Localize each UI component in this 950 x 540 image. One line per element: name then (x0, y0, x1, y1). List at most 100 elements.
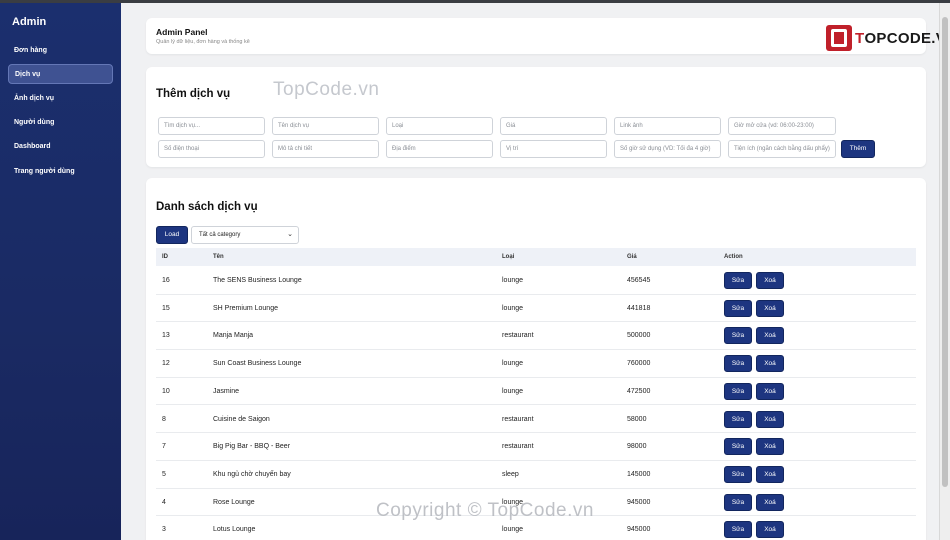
usage-hours-input[interactable]: Số giờ sử dụng (VD: Tối đa 4 giờ) (614, 140, 721, 158)
table-row: 12 Sun Coast Business Lounge lounge 760000 S… (156, 350, 916, 378)
service-list-title: Danh sách dịch vụ (156, 201, 258, 213)
delete-button[interactable]: Xoá (756, 493, 784, 511)
cell-price: 98000 (627, 443, 647, 451)
price-input[interactable]: Giá (500, 117, 607, 135)
cell-type: lounge (502, 277, 524, 284)
cell-price: 945000 (627, 498, 651, 506)
location-input[interactable]: Vị trí (500, 140, 607, 158)
edit-button[interactable]: Sửa (724, 410, 752, 428)
cell-name: Jasmine (213, 387, 240, 395)
cell-price: 58000 (627, 415, 647, 423)
cell-price: 500000 (627, 332, 651, 340)
column-header-action: Action (724, 254, 743, 260)
edit-button[interactable]: Sửa (724, 355, 752, 373)
edit-button[interactable]: Sửa (724, 327, 752, 345)
column-header-type: Loại (502, 254, 515, 260)
cell-type: lounge (502, 360, 524, 368)
edit-button[interactable]: Sửa (724, 382, 752, 400)
delete-button[interactable]: Xoá (756, 327, 784, 345)
edit-button[interactable]: Sửa (724, 438, 752, 456)
service-type-input[interactable]: Loại (386, 117, 493, 135)
description-input[interactable]: Mô tả chi tiết (272, 140, 379, 158)
column-header-name: Tên (213, 254, 224, 260)
edit-button[interactable]: Sửa (724, 299, 752, 317)
header-card: Admin Panel Quản lý dữ liệu, đơn hàng và… (146, 18, 939, 54)
cell-name: Big Pig Bar - BBQ - Beer (213, 443, 291, 451)
amenities-input[interactable]: Tiện ích (ngăn cách bằng dấu phẩy) (728, 140, 836, 158)
address-input[interactable]: Địa điểm (386, 140, 493, 158)
service-name-input[interactable]: Tên dịch vụ (272, 117, 379, 135)
edit-button[interactable]: Sửa (724, 465, 752, 483)
cell-price: 760000 (627, 360, 651, 368)
page-title: Admin Panel (156, 27, 208, 37)
main-content: Admin Panel Quản lý dữ liệu, đơn hàng và… (121, 3, 939, 540)
category-select[interactable]: Tất cả category ⌄ (191, 226, 299, 244)
cell-type: lounge (502, 304, 524, 312)
cell-id: 5 (162, 470, 166, 478)
cell-id: 10 (162, 387, 170, 395)
cell-type: sleep (502, 470, 519, 478)
cell-type: restaurant (502, 415, 534, 423)
delete-button[interactable]: Xoá (756, 272, 784, 289)
opening-hours-input[interactable]: Giờ mở cửa (vd: 06:00-23:00) (728, 117, 836, 135)
delete-button[interactable]: Xoá (756, 382, 784, 400)
cell-price: 472500 (627, 387, 651, 395)
table-row: 16 The SENS Business Lounge lounge 456545 Sử… (156, 267, 916, 295)
sidebar-item-orders[interactable]: Đơn hàng (8, 41, 113, 61)
delete-button[interactable]: Xoá (756, 355, 784, 373)
cell-type: lounge (502, 387, 524, 395)
delete-button[interactable]: Xoá (756, 521, 784, 539)
add-service-button[interactable]: Thêm (841, 140, 875, 158)
watermark-copyright: Copyright © TopCode.vn (376, 500, 594, 521)
edit-button[interactable]: Sửa (724, 521, 752, 539)
cell-id: 7 (162, 443, 166, 451)
delete-button[interactable]: Xoá (756, 410, 784, 428)
cell-name: Rose Lounge (213, 498, 255, 506)
cell-id: 3 (162, 526, 166, 534)
cell-price: 456545 (627, 277, 651, 284)
chevron-down-icon: ⌄ (287, 231, 293, 238)
cell-name: SH Premium Lounge (213, 304, 278, 312)
page-scrollbar[interactable] (939, 3, 950, 540)
cell-id: 13 (162, 332, 170, 340)
sidebar-item-dashboard[interactable]: Dashboard (8, 137, 113, 157)
table-row: 10 Jasmine lounge 472500 Sửa Xoá (156, 378, 916, 406)
cell-type: restaurant (502, 332, 534, 340)
delete-button[interactable]: Xoá (756, 465, 784, 483)
edit-button[interactable]: Sửa (724, 493, 752, 511)
sidebar-brand: Admin (12, 16, 47, 28)
sidebar-item-user-page[interactable]: Trang người dùng (8, 162, 113, 182)
cell-name: Cuisine de Saigon (213, 415, 270, 423)
column-header-id: ID (162, 254, 168, 260)
table-header: ID Tên Loại Giá Action (156, 248, 916, 266)
topcode-logo: TOPCODE.VN (826, 25, 939, 51)
cell-id: 15 (162, 304, 170, 312)
sidebar-item-services[interactable]: Dịch vụ (8, 64, 113, 84)
category-select-value: Tất cả category (199, 232, 241, 238)
phone-input[interactable]: Số điện thoại (158, 140, 265, 158)
sidebar-item-users[interactable]: Người dùng (8, 113, 113, 133)
page-subtitle: Quản lý dữ liệu, đơn hàng và thống kê (156, 39, 250, 45)
search-service-input[interactable]: Tìm dịch vụ... (158, 117, 265, 135)
add-service-card: Thêm dịch vụ TopCode.vn Tìm dịch vụ... T… (146, 67, 926, 167)
service-list-card: Danh sách dịch vụ Load Tất cả category ⌄… (146, 178, 926, 540)
sidebar-item-service-images[interactable]: Ảnh dịch vụ (8, 89, 113, 109)
delete-button[interactable]: Xoá (756, 438, 784, 456)
scrollbar-thumb[interactable] (942, 17, 948, 487)
cell-type: restaurant (502, 443, 534, 451)
table-row: 8 Cuisine de Saigon restaurant 58000 Sửa Xoá (156, 406, 916, 434)
cell-name: The SENS Business Lounge (213, 277, 302, 284)
cell-id: 12 (162, 360, 170, 368)
topcode-logo-icon (826, 25, 852, 51)
cell-price: 145000 (627, 470, 651, 478)
cell-price: 441818 (627, 304, 651, 312)
load-button[interactable]: Load (156, 226, 188, 244)
edit-button[interactable]: Sửa (724, 272, 752, 289)
cell-name: Lotus Lounge (213, 526, 256, 534)
image-link-input[interactable]: Link ảnh (614, 117, 721, 135)
delete-button[interactable]: Xoá (756, 299, 784, 317)
table-row: 5 Khu ngủ chờ chuyến bay sleep 145000 Sửa Xoá (156, 461, 916, 489)
watermark-topcode: TopCode.vn (273, 79, 380, 100)
table-row: 13 Manja Manja restaurant 500000 Sửa Xoá (156, 322, 916, 351)
table-row: 15 SH Premium Lounge lounge 441818 Sửa Xoá (156, 295, 916, 323)
